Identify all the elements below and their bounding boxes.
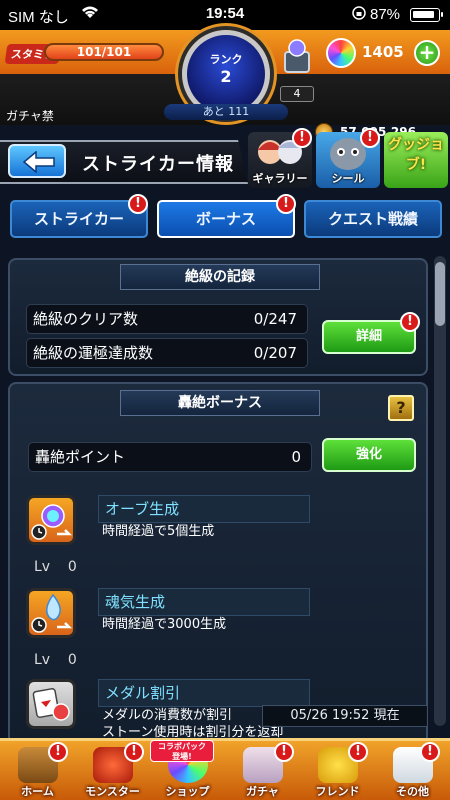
tab-bonus[interactable]: ボーナス: [157, 200, 295, 238]
detail-alert-badge: !: [400, 312, 420, 332]
nav-friend-badge: !: [348, 742, 368, 762]
zekkyu-clear-label: 絶級のクリア数: [33, 310, 139, 328]
tab-bonus-badge: !: [276, 194, 296, 214]
bonus-soul-generation[interactable]: Lv 0 魂気生成 時間経過で3000生成: [22, 588, 322, 678]
orb-generation-icon: [26, 495, 76, 545]
scrollbar-thumb[interactable]: [435, 262, 445, 326]
orb-count: 1405: [362, 43, 404, 61]
zekkyu-clear-value: 0/247: [253, 310, 297, 328]
zekkyu-title: 絶級の記録: [120, 264, 320, 290]
tab-bar: ストライカー ! ボーナス ! クエスト戦績: [0, 194, 450, 242]
orb-generation-lv-label: Lv: [34, 559, 51, 575]
gallery-alert-badge: !: [292, 128, 312, 148]
seal-label: シール: [331, 172, 365, 185]
bonus-orb-generation[interactable]: Lv 0 オーブ生成 時間経過で5個生成: [22, 495, 322, 585]
nav-monster-label: モンスター: [85, 785, 140, 798]
zekkyu-clear-row: 絶級のクリア数 0/247: [26, 304, 308, 334]
good-job-button[interactable]: グッジョブ!: [384, 132, 448, 188]
medal-discount-icon: [26, 679, 76, 729]
nav-gacha-label: ガチャ: [246, 785, 279, 798]
good-job-label: グッジョブ!: [388, 137, 444, 173]
orb-generation-level: Lv 0: [34, 559, 77, 575]
status-bar: SIM なし 19:54 87%: [0, 0, 450, 30]
gouzetsu-points-row: 轟絶ポイント 0: [28, 442, 312, 472]
orb-generation-lv-value: 0: [67, 559, 77, 575]
enhance-button[interactable]: 強化: [322, 438, 416, 472]
nav-other-label: その他: [396, 785, 429, 798]
stamina-value: 101/101: [76, 45, 132, 59]
help-button[interactable]: ?: [388, 395, 414, 421]
orb-generation-name: オーブ生成: [98, 495, 310, 523]
medal-discount-name: メダル割引: [98, 679, 310, 707]
nav-monster-badge: !: [124, 742, 144, 762]
scrollbar[interactable]: [434, 256, 446, 726]
medal-discount-desc: メダルの消費数が割引 ストーン使用時は割引分を返却: [102, 707, 283, 739]
soul-generation-desc: 時間経過で3000生成: [102, 617, 227, 632]
rank-label: ランク: [209, 53, 243, 66]
page-title: ストライカー情報: [82, 154, 234, 175]
rank-remaining: あと 111: [164, 104, 288, 120]
battery-icon: [410, 8, 443, 22]
gouzetsu-points-label: 轟絶ポイント: [35, 448, 126, 466]
soul-generation-lv-value: 0: [67, 652, 77, 668]
gallery-label: ギャラリー: [252, 172, 308, 185]
nav-gacha-badge: !: [274, 742, 294, 762]
rank-value: 2: [220, 67, 232, 86]
title-bar: ストライカー情報: [0, 132, 450, 194]
soul-generation-name: 魂気生成: [98, 588, 310, 616]
nav-other-badge: !: [420, 742, 440, 762]
collab-pack-tag: コラボパック 登場!: [150, 740, 214, 762]
soul-generation-lv-label: Lv: [34, 652, 51, 668]
bottom-nav: ホーム モンスター ショップ ガチャ フレンド その他: [0, 738, 450, 800]
nav-home-badge: !: [48, 742, 68, 762]
gouzetsu-points-value: 0: [291, 448, 301, 466]
tab-striker-badge: !: [128, 194, 148, 214]
battery-percent: 87%: [370, 6, 401, 23]
gift-count: 4: [280, 86, 314, 102]
nav-shop-label: ショップ: [165, 785, 210, 798]
updated-datetime: 05/26 19:52 現在: [262, 705, 428, 727]
gacha-ban-label: ガチャ禁: [6, 109, 54, 123]
back-arrow-icon: [22, 151, 55, 173]
gouzetsu-title: 轟絶ボーナス: [120, 390, 320, 416]
stamina-bar: 101/101: [44, 43, 164, 61]
zekkyu-unkyoku-label: 絶級の運極達成数: [33, 344, 154, 362]
buy-orbs-button[interactable]: +: [414, 40, 440, 66]
soul-generation-level: Lv 0: [34, 652, 77, 668]
nav-home-label: ホーム: [21, 785, 54, 798]
seal-alert-badge: !: [360, 128, 380, 148]
rotation-lock-icon: [352, 5, 366, 25]
soul-generation-icon: [26, 588, 76, 638]
zekkyu-record-panel: 絶級の記録 絶級のクリア数 0/247 絶級の運極達成数 0/207 詳細 !: [8, 258, 428, 376]
nav-friend-label: フレンド: [315, 785, 360, 798]
medal-discount-desc-line2: ストーン使用時は割引分を返却: [102, 725, 284, 739]
medal-discount-desc-line1: メダルの消費数が割引: [102, 708, 233, 723]
tab-quest-record[interactable]: クエスト戦績: [304, 200, 442, 238]
orb-generation-desc: 時間経過で5個生成: [102, 524, 215, 539]
gift-box-icon[interactable]: [282, 38, 312, 74]
zekkyu-unkyoku-row: 絶級の運極達成数 0/207: [26, 338, 308, 368]
zekkyu-unkyoku-value: 0/207: [253, 344, 297, 362]
orb-icon: [326, 38, 356, 68]
back-button[interactable]: [8, 144, 66, 178]
